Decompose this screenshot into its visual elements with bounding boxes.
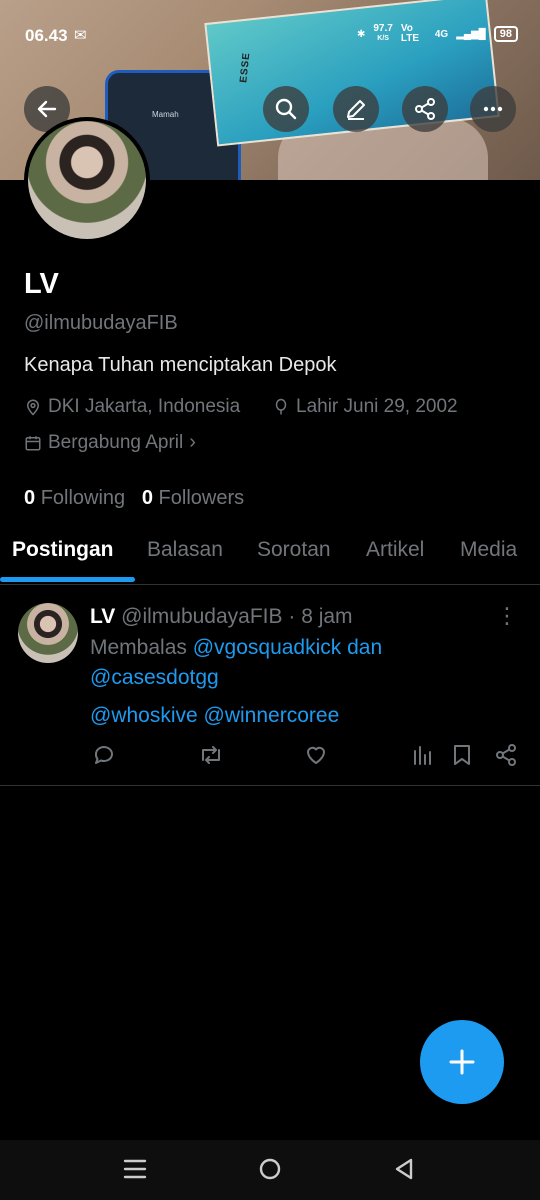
more-options-button[interactable] <box>470 86 516 132</box>
back-nav-icon[interactable] <box>392 1154 416 1189</box>
tab-media[interactable]: Media <box>460 538 517 562</box>
mention-link[interactable]: @vgosquadkick <box>193 636 342 659</box>
share-post-icon[interactable] <box>494 743 518 772</box>
repost-icon[interactable] <box>198 743 224 772</box>
signal-icon: ▂▄▆█ <box>456 28 486 40</box>
status-time: 06.43 <box>25 26 68 45</box>
tab-postingan[interactable]: Postingan <box>12 538 114 562</box>
calendar-icon <box>25 435 41 450</box>
bookmark-icon[interactable] <box>451 743 473 772</box>
followers-link[interactable]: 0 Followers <box>142 487 244 509</box>
home-icon[interactable] <box>257 1154 283 1189</box>
reply-context: Membalas @vgosquadkick dan @casesdotgg <box>90 633 510 693</box>
profile-location: DKI Jakarta, Indonesia <box>24 396 240 418</box>
recent-apps-icon[interactable] <box>123 1154 147 1189</box>
tab-balasan[interactable]: Balasan <box>147 538 223 562</box>
edit-button[interactable] <box>333 86 379 132</box>
search-icon <box>275 98 297 120</box>
banner-phone-text: Mamah <box>152 110 179 119</box>
balloon-icon <box>275 398 287 415</box>
reply-prefix: Membalas <box>90 636 187 659</box>
following-link[interactable]: 0 Following <box>24 487 125 509</box>
profile-avatar[interactable] <box>24 117 150 243</box>
profile-handle: @ilmubudayaFIB <box>24 312 178 334</box>
status-bar: 06.43 ✉ ✱ 97.7 K/S Vo LTE 4G ▂▄▆█ 98 <box>0 0 540 70</box>
post-actions <box>0 743 540 777</box>
mention-link[interactable]: @whoskive <box>90 704 198 727</box>
post-item[interactable]: LV @ilmubudayaFIB · 8 jam ⋮ Membalas @vg… <box>0 585 540 786</box>
compose-button[interactable] <box>420 1020 504 1104</box>
post-body: @whoskive @winnercoree <box>90 701 510 731</box>
reply-conjunction: dan <box>347 636 383 659</box>
tab-sorotan[interactable]: Sorotan <box>257 538 331 562</box>
status-icons: ✱ 97.7 K/S Vo LTE 4G ▂▄▆█ 98 <box>357 24 518 44</box>
location-pin-icon <box>26 399 40 416</box>
profile-avatar-image <box>28 121 146 239</box>
post-author-handle: @ilmubudayaFIB <box>121 605 283 628</box>
volte-label: Vo LTE <box>400 23 419 44</box>
post-avatar[interactable] <box>18 603 78 663</box>
share-button[interactable] <box>402 86 448 132</box>
mention-link[interactable]: @winnercoree <box>204 704 340 727</box>
gmail-icon: ✉ <box>74 27 87 44</box>
system-navigation-bar <box>0 1140 540 1200</box>
tab-artikel[interactable]: Artikel <box>366 538 424 562</box>
birthday-text: Lahir Juni 29, 2002 <box>296 396 458 417</box>
post-time: 8 jam <box>301 605 353 628</box>
chevron-right-icon: › <box>189 431 196 453</box>
profile-joined[interactable]: Bergabung April › <box>24 431 196 454</box>
edit-pencil-icon <box>347 100 365 120</box>
reply-icon[interactable] <box>92 743 116 772</box>
like-icon[interactable] <box>304 743 328 772</box>
joined-text: Bergabung April <box>48 431 184 453</box>
profile-birthday: Lahir Juni 29, 2002 <box>272 396 458 418</box>
post-author-name: LV <box>90 605 116 628</box>
mention-link[interactable]: @casesdotgg <box>90 666 219 689</box>
post-more-icon[interactable]: ⋮ <box>496 603 518 629</box>
more-horizontal-icon <box>483 106 503 112</box>
search-button[interactable] <box>263 86 309 132</box>
active-tab-indicator <box>0 577 135 582</box>
arrow-left-icon <box>37 100 57 118</box>
network-type-label: 4G <box>434 28 449 40</box>
follow-stats: 0 Following 0 Followers <box>24 487 244 510</box>
share-icon <box>415 98 435 120</box>
profile-name: LV <box>24 268 59 300</box>
profile-bio: Kenapa Tuhan menciptakan Depok <box>24 354 337 376</box>
battery-indicator: 98 <box>493 26 518 42</box>
views-icon[interactable] <box>412 743 434 772</box>
post-dot: · <box>288 605 296 628</box>
location-text: DKI Jakarta, Indonesia <box>48 396 241 417</box>
post-header: LV @ilmubudayaFIB · 8 jam <box>90 605 353 629</box>
bluetooth-icon: ✱ <box>356 28 366 40</box>
speed-readout: 97.7 K/S <box>373 23 393 43</box>
plus-icon <box>449 1049 475 1075</box>
